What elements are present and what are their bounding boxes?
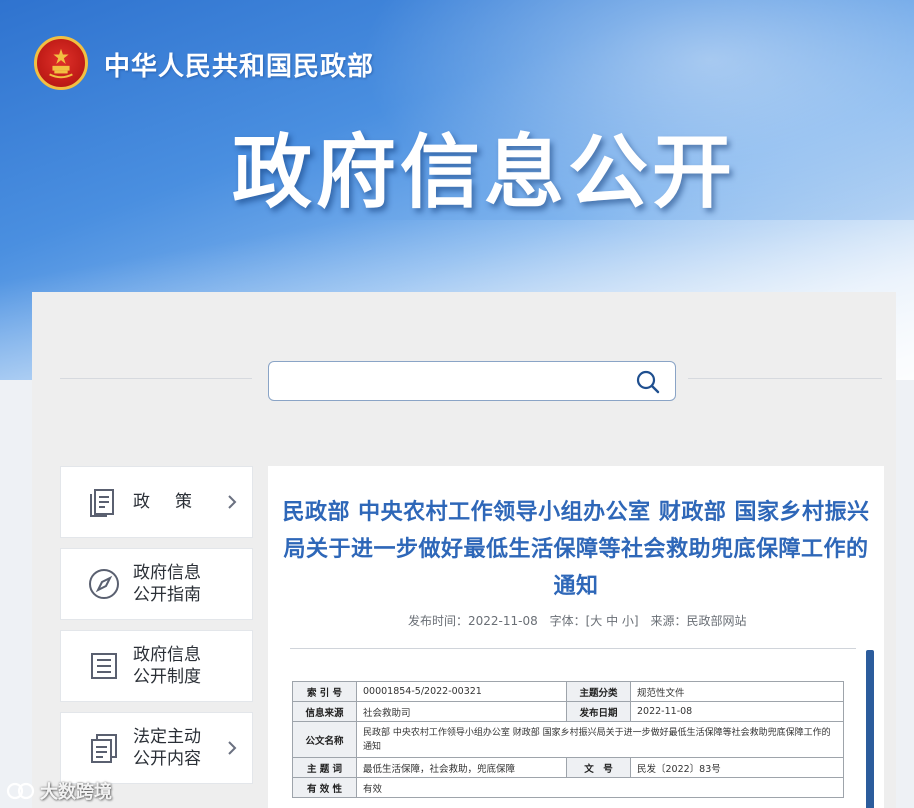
article-source: 来源：民政部网站 bbox=[650, 614, 746, 628]
sidebar-item-disclosure-system[interactable]: 政府信息 公开制度 bbox=[60, 630, 253, 702]
search-icon[interactable] bbox=[635, 369, 661, 395]
sidebar-item-label: 政府信息 公开制度 bbox=[133, 644, 201, 688]
index-label: 索 引 号 bbox=[292, 681, 357, 702]
regulation-list-icon bbox=[91, 653, 117, 679]
ministry-name[interactable]: 中华人民共和国民政部 bbox=[104, 46, 374, 83]
sidebar-item-label-line1: 政府信息 bbox=[133, 645, 201, 665]
validity-label: 有 效 性 bbox=[292, 777, 357, 798]
watermark-logo-icon bbox=[6, 782, 35, 800]
date-label: 发布日期 bbox=[566, 701, 631, 722]
sidebar-item-label-line2: 公开内容 bbox=[133, 749, 201, 769]
scrollbar[interactable] bbox=[866, 650, 874, 808]
sidebar-item-label-line1: 法定主动 bbox=[133, 727, 201, 747]
stacked-documents-icon bbox=[91, 734, 117, 763]
sidebar-item-label-line1: 政府信息 bbox=[133, 563, 201, 583]
font-size-label: 字体： bbox=[549, 614, 586, 628]
sidebar-item-policy[interactable]: 政 策 bbox=[60, 466, 253, 538]
chevron-right-icon bbox=[228, 741, 237, 755]
origin-value: 社会救助司 bbox=[356, 701, 567, 722]
validity-value: 有效 bbox=[356, 777, 844, 798]
table-row: 有 效 性 有效 bbox=[292, 777, 844, 798]
national-emblem-icon[interactable] bbox=[34, 36, 88, 90]
doc-name-label: 公文名称 bbox=[292, 721, 357, 758]
sidebar-item-statutory-content[interactable]: 法定主动 公开内容 bbox=[60, 712, 253, 784]
sidebar-item-label: 政府信息 公开指南 bbox=[133, 562, 201, 606]
watermark-text: 大数跨境 bbox=[40, 782, 112, 803]
sidebar-item-label: 政 策 bbox=[133, 492, 196, 512]
source-label: 来源： bbox=[650, 614, 687, 628]
article-title: 民政部 中央农村工作领导小组办公室 财政部 国家乡村振兴局关于进一步做好最低生活… bbox=[282, 500, 870, 599]
font-size-switch: 字体：[大 中 小] bbox=[550, 614, 639, 628]
compass-icon bbox=[89, 569, 119, 599]
divider-right bbox=[688, 378, 882, 379]
sidebar-item-label: 法定主动 公开内容 bbox=[133, 726, 201, 770]
font-size-options[interactable]: [大 中 小] bbox=[586, 614, 639, 628]
publish-date-value: 2022-11-08 bbox=[468, 614, 538, 628]
document-info-table: 索 引 号 00001854-5/2022-00321 主题分类 规范性文件 信… bbox=[292, 681, 844, 798]
table-row: 信息来源 社会救助司 发布日期 2022-11-08 bbox=[292, 701, 844, 722]
watermark: 大数跨境 bbox=[6, 778, 112, 804]
sidebar-item-label-line2: 公开制度 bbox=[133, 667, 201, 687]
publish-date-label: 发布时间： bbox=[408, 614, 469, 628]
sidebar-item-label-line2: 公开指南 bbox=[133, 585, 201, 605]
index-value: 00001854-5/2022-00321 bbox=[356, 681, 567, 702]
table-row: 主 题 词 最低生活保障，社会救助，兜底保障 文 号 民发〔2022〕83号 bbox=[292, 757, 844, 778]
table-row: 索 引 号 00001854-5/2022-00321 主题分类 规范性文件 bbox=[292, 681, 844, 702]
search-input[interactable] bbox=[279, 368, 619, 394]
source-value: 民政部网站 bbox=[686, 614, 747, 628]
doc-no-label: 文 号 bbox=[566, 757, 631, 778]
section-title: 政府信息公开 bbox=[232, 126, 736, 219]
doc-no-value: 民发〔2022〕83号 bbox=[630, 757, 844, 778]
info-section: 索 引 号 00001854-5/2022-00321 主题分类 规范性文件 信… bbox=[290, 648, 856, 808]
search-box bbox=[268, 361, 676, 401]
policy-document-icon bbox=[90, 489, 114, 517]
topic-value: 规范性文件 bbox=[630, 681, 844, 702]
date-value: 2022-11-08 bbox=[630, 701, 844, 722]
chevron-right-icon bbox=[228, 495, 237, 509]
keywords-value: 最低生活保障，社会救助，兜底保障 bbox=[356, 757, 567, 778]
publish-date: 发布时间：2022-11-08 bbox=[408, 614, 538, 628]
topic-label: 主题分类 bbox=[566, 681, 631, 702]
keywords-label: 主 题 词 bbox=[292, 757, 357, 778]
article-meta: 发布时间：2022-11-08 字体：[大 中 小] 来源：民政部网站 bbox=[408, 612, 754, 629]
table-row: 公文名称 民政部 中央农村工作领导小组办公室 财政部 国家乡村振兴局关于进一步做… bbox=[292, 721, 844, 758]
sidebar-item-disclosure-guide[interactable]: 政府信息 公开指南 bbox=[60, 548, 253, 620]
divider-left bbox=[60, 378, 252, 379]
doc-name-value: 民政部 中央农村工作领导小组办公室 财政部 国家乡村振兴局关于进一步做好最低生活… bbox=[356, 721, 844, 758]
origin-label: 信息来源 bbox=[292, 701, 357, 722]
